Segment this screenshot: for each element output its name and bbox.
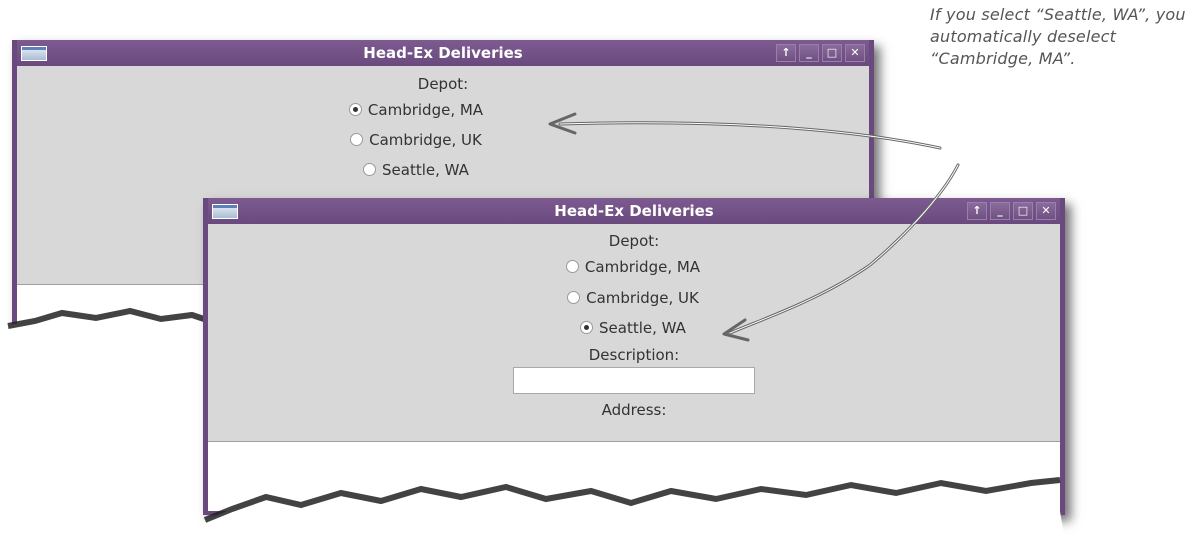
screenshot-stage: Head-Ex Deliveries ↑ _ □ ✕ Depot: Cambri… <box>0 0 1193 541</box>
annotation-arrows <box>548 112 960 342</box>
annotation-callout: If you select “Seattle, WA”, you automat… <box>930 5 1186 68</box>
